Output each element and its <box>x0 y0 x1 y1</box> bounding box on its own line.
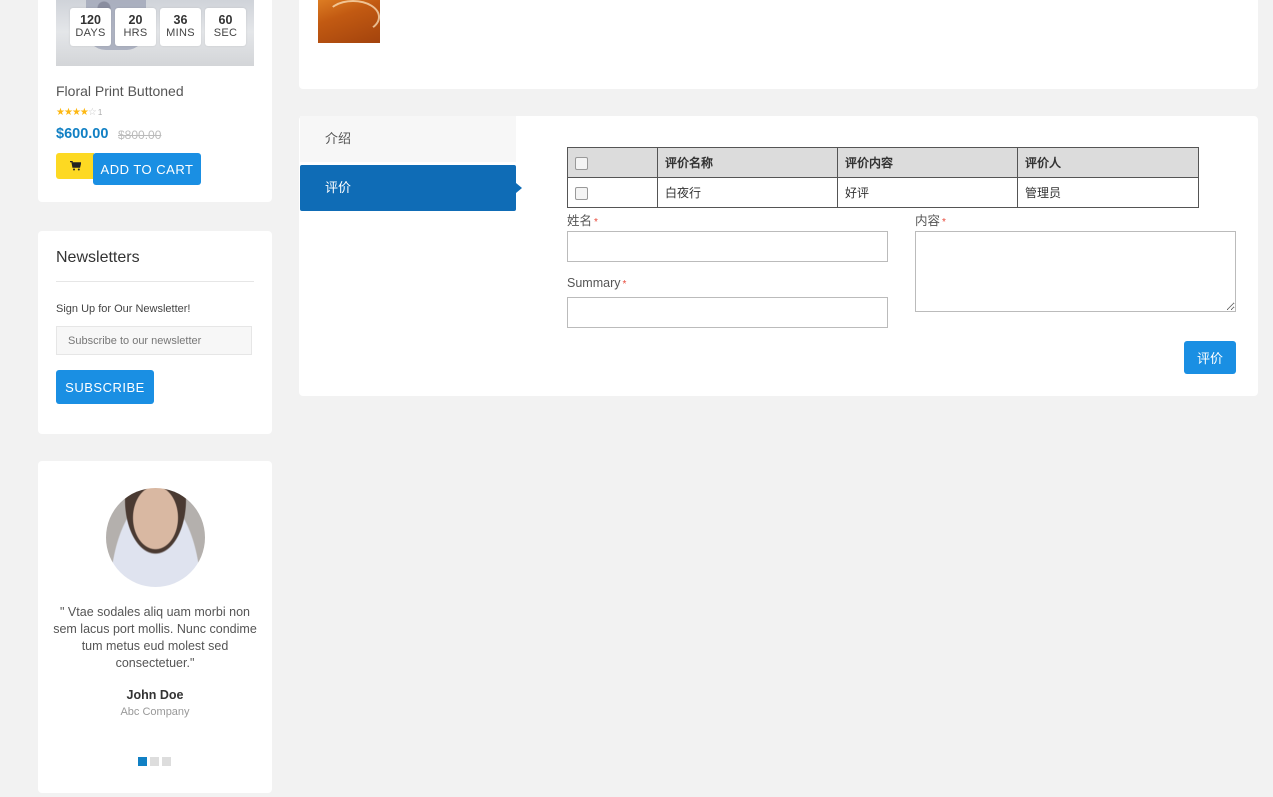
content-label-text: 内容 <box>915 214 941 228</box>
price-current: $600.00 <box>56 126 109 142</box>
table-cell: 好评 <box>837 177 1018 208</box>
summary-field-label: Summary * <box>567 276 626 290</box>
countdown-unit: SEC <box>213 27 238 39</box>
reviews-table: 评价名称 评价内容 评价人 白夜行 好评 管理员 <box>567 147 1199 208</box>
countdown-timer: 120 DAYS 20 HRS 36 MINS 60 SEC <box>70 8 246 46</box>
table-cell: 管理员 <box>1017 177 1199 208</box>
required-mark: * <box>594 217 598 228</box>
price-original: $800.00 <box>118 128 162 142</box>
required-mark: * <box>622 279 627 290</box>
carousel-dot-2[interactable] <box>150 757 159 766</box>
summary-label-text: Summary <box>567 276 621 290</box>
add-to-cart-button[interactable]: ADD TO CART <box>93 153 201 185</box>
product-gallery-card <box>299 0 1258 89</box>
countdown-value: 60 <box>218 13 233 27</box>
countdown-unit: MINS <box>166 27 195 39</box>
product-tabs-card: 介绍 评价 评价名称 评价内容 评价人 白夜行 好评 管理员 姓名 * Summa… <box>299 116 1258 396</box>
carousel-dot-1[interactable] <box>138 757 147 766</box>
countdown-value: 36 <box>173 13 188 27</box>
star-empty-icon: ☆ <box>87 107 97 118</box>
product-rating: ★★★★☆ 1 <box>56 108 102 118</box>
select-all-cell <box>567 147 658 178</box>
table-row[interactable]: 白夜行 好评 管理员 <box>567 177 1199 208</box>
content-field-label: 内容 * <box>915 210 946 229</box>
tab-list: 介绍 评价 <box>300 116 522 211</box>
countdown-unit: HRS <box>123 27 148 39</box>
summary-input[interactable] <box>567 297 888 328</box>
select-all-checkbox[interactable] <box>575 156 588 170</box>
testimonial-card: " Vtae sodales aliq uam morbi non sem la… <box>38 461 272 793</box>
subscribe-button[interactable]: SUBSCRIBE <box>56 370 154 404</box>
tab-reviews[interactable]: 评价 <box>300 165 522 211</box>
rating-count: 1 <box>97 108 103 117</box>
tab-introduction[interactable]: 介绍 <box>300 116 516 162</box>
cart-icon-button[interactable] <box>56 153 94 179</box>
testimonial-author: John Doe <box>126 688 184 702</box>
product-image[interactable]: 120 DAYS 20 HRS 36 MINS 60 SEC <box>56 0 254 66</box>
submit-review-button[interactable]: 评价 <box>1184 341 1236 374</box>
table-header-row: 评价名称 评价内容 评价人 <box>567 147 1199 178</box>
product-card: 120 DAYS 20 HRS 36 MINS 60 SEC Floral Pr… <box>38 0 272 202</box>
row-select-cell <box>567 177 658 208</box>
countdown-seconds: 60 SEC <box>205 8 246 46</box>
column-header: 评价名称 <box>657 147 838 178</box>
testimonial-company: Abc Company <box>120 706 190 718</box>
newsletter-card: Newsletters Sign Up for Our Newsletter! … <box>38 231 272 434</box>
name-label-text: 姓名 <box>567 214 593 228</box>
star-filled-icon: ★ <box>56 107 65 118</box>
divider <box>56 281 254 282</box>
name-field-label: 姓名 * <box>567 210 598 229</box>
shopping-cart-icon <box>69 161 81 171</box>
countdown-days: 120 DAYS <box>70 8 111 46</box>
star-filled-icon: ★ <box>79 107 89 118</box>
countdown-value: 120 <box>80 13 101 27</box>
landscape-image <box>326 0 380 34</box>
required-mark: * <box>942 217 946 228</box>
carousel-dots <box>138 757 171 766</box>
countdown-minutes: 36 MINS <box>160 8 201 46</box>
row-checkbox[interactable] <box>575 186 588 200</box>
avatar <box>106 488 205 587</box>
column-header: 评价内容 <box>837 147 1018 178</box>
countdown-value: 20 <box>128 13 143 27</box>
newsletter-email-input[interactable] <box>56 326 252 355</box>
content-textarea[interactable] <box>915 231 1236 312</box>
newsletter-title: Newsletters <box>56 249 140 266</box>
star-filled-icon: ★ <box>63 107 73 118</box>
table-cell: 白夜行 <box>657 177 838 208</box>
name-input[interactable] <box>567 231 888 262</box>
star-filled-icon: ★ <box>71 107 81 118</box>
rating-stars: ★★★★☆ <box>56 107 97 118</box>
countdown-hours: 20 HRS <box>115 8 156 46</box>
carousel-dot-3[interactable] <box>162 757 171 766</box>
newsletter-subtitle: Sign Up for Our Newsletter! <box>56 303 191 315</box>
countdown-unit: DAYS <box>75 27 106 39</box>
column-header: 评价人 <box>1017 147 1199 178</box>
product-name[interactable]: Floral Print Buttoned <box>56 83 184 99</box>
gallery-thumbnail[interactable] <box>318 0 380 43</box>
testimonial-quote: " Vtae sodales aliq uam morbi non sem la… <box>53 605 257 670</box>
